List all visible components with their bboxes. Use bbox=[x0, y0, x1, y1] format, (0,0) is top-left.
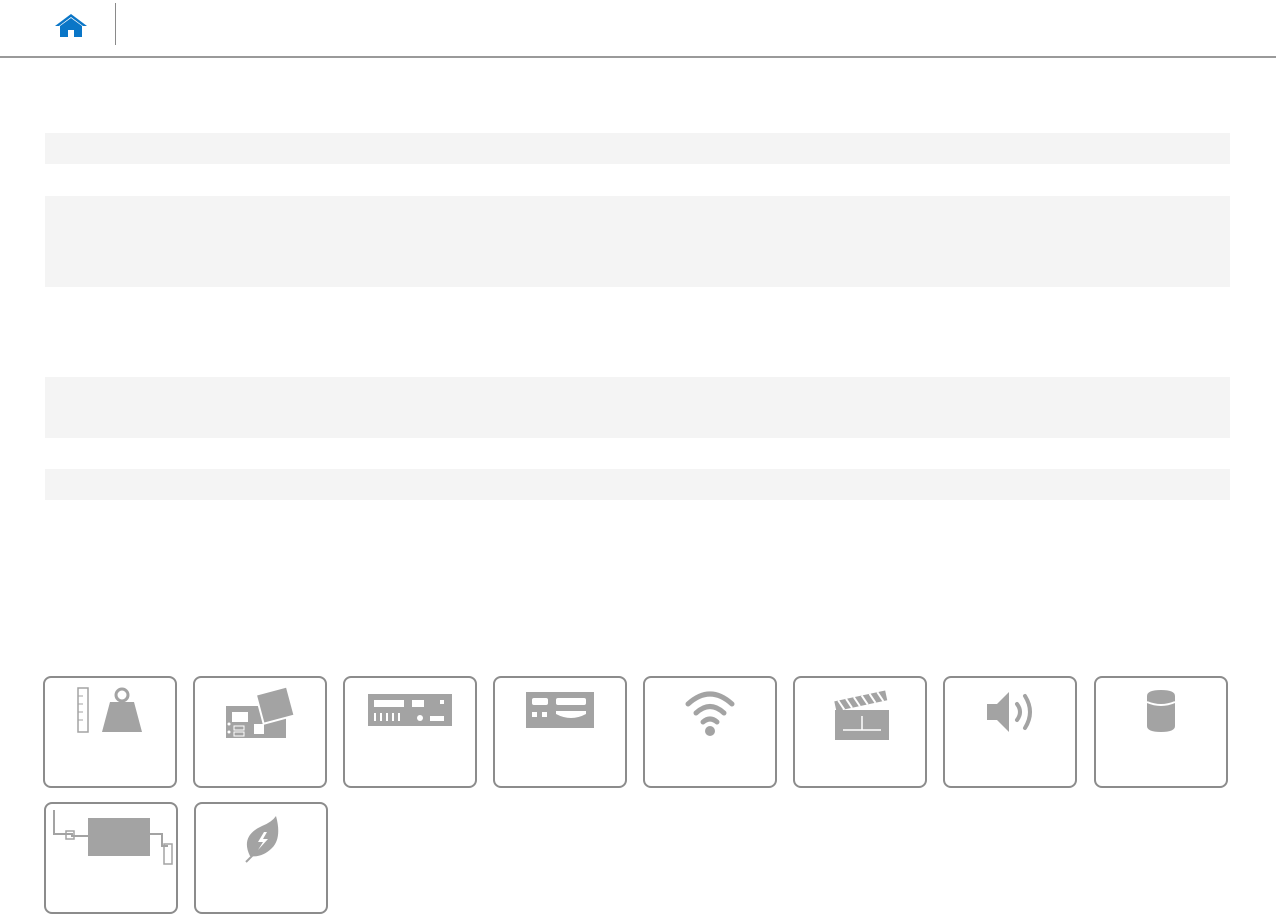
storage-icon bbox=[1146, 690, 1176, 732]
weight-and-dimensions-icon bbox=[77, 687, 142, 733]
tile-environmental[interactable] bbox=[194, 802, 328, 914]
rear-ports-icon bbox=[368, 694, 452, 726]
top-navigation-bar bbox=[0, 0, 1276, 58]
system-board-icon bbox=[226, 686, 296, 738]
tile-audio[interactable] bbox=[943, 676, 1077, 788]
front-ports-icon bbox=[526, 692, 594, 728]
tile-power-adapter[interactable] bbox=[44, 802, 178, 914]
tile-rear-ports[interactable] bbox=[343, 676, 477, 788]
content-placeholder-bar-1 bbox=[45, 133, 1230, 164]
header-divider bbox=[115, 3, 116, 45]
power-adapter-icon bbox=[53, 810, 173, 865]
content-placeholder-bar-3 bbox=[45, 377, 1230, 438]
tile-system-board[interactable] bbox=[193, 676, 327, 788]
content-placeholder-bar-4 bbox=[45, 469, 1230, 500]
tile-storage[interactable] bbox=[1094, 676, 1228, 788]
audio-icon bbox=[987, 692, 1032, 732]
tile-weight-and-dimensions[interactable] bbox=[43, 676, 177, 788]
wireless-icon bbox=[685, 691, 735, 736]
home-button[interactable] bbox=[50, 8, 92, 42]
environmental-icon bbox=[245, 816, 279, 863]
tile-front-ports[interactable] bbox=[493, 676, 627, 788]
tile-video[interactable] bbox=[793, 676, 927, 788]
tile-wireless[interactable] bbox=[643, 676, 777, 788]
home-icon bbox=[55, 14, 87, 37]
content-placeholder-bar-2 bbox=[45, 196, 1230, 287]
video-icon bbox=[834, 690, 889, 740]
